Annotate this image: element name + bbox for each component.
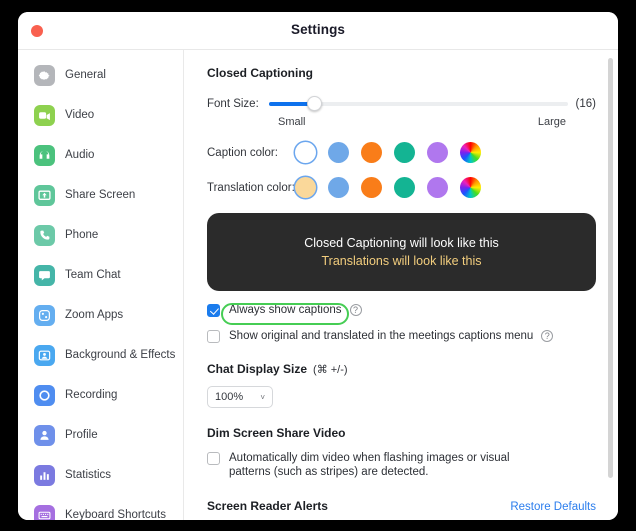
settings-sidebar: General Video Audio Share Screen Phone Team C…: [18, 50, 184, 520]
dim-video-row[interactable]: Automatically dim video when flashing im…: [207, 451, 596, 479]
sidebar-item-team-chat[interactable]: Team Chat: [26, 259, 175, 291]
translation-color-label: Translation color:: [207, 182, 295, 194]
background-icon: [34, 345, 55, 366]
show-original-translated-help-icon[interactable]: ?: [541, 330, 553, 342]
chevron-down-icon: ˅: [260, 393, 265, 402]
font-size-label: Font Size:: [207, 98, 269, 110]
always-show-captions-help-icon[interactable]: ?: [350, 304, 362, 316]
dim-video-checkbox[interactable]: [207, 452, 220, 465]
caption-color-swatches: [295, 142, 481, 163]
sidebar-item-label: Phone: [65, 229, 98, 241]
always-show-captions-checkbox[interactable]: [207, 304, 220, 317]
sidebar-item-zoom-apps[interactable]: Zoom Apps: [26, 299, 175, 331]
screen-reader-alerts-row: Screen Reader Alerts Restore Defaults: [207, 499, 596, 513]
sidebar-item-general[interactable]: General: [26, 59, 175, 91]
caption-color-swatch-2[interactable]: [361, 142, 382, 163]
sidebar-item-share-screen[interactable]: Share Screen: [26, 179, 175, 211]
preview-caption-text: Closed Captioning will look like this: [304, 236, 499, 250]
chat-bubble-icon: [34, 265, 55, 286]
caption-color-swatch-3[interactable]: [394, 142, 415, 163]
translation-color-swatch-3[interactable]: [394, 177, 415, 198]
translation-color-swatch-1[interactable]: [328, 177, 349, 198]
video-camera-icon: [34, 105, 55, 126]
caption-color-swatch-color-wheel-icon[interactable]: [460, 142, 481, 163]
translation-color-swatch-0[interactable]: [295, 177, 316, 198]
caption-color-row: Caption color:: [207, 142, 596, 163]
sidebar-item-phone[interactable]: Phone: [26, 219, 175, 251]
closed-captioning-heading: Closed Captioning: [207, 66, 596, 80]
translation-color-swatch-4[interactable]: [427, 177, 448, 198]
translation-color-swatches: [295, 177, 481, 198]
record-circle-icon: [34, 385, 55, 406]
keyboard-icon: [34, 505, 55, 521]
person-icon: [34, 425, 55, 446]
chat-display-size-heading: Chat Display Size: [207, 362, 307, 376]
phone-icon: [34, 225, 55, 246]
sidebar-item-label: General: [65, 69, 106, 81]
sidebar-item-label: Team Chat: [65, 269, 121, 281]
sidebar-item-recording[interactable]: Recording: [26, 379, 175, 411]
show-original-translated-row[interactable]: Show original and translated in the meet…: [207, 329, 596, 343]
font-size-value: (16): [576, 98, 596, 110]
sidebar-item-label: Recording: [65, 389, 117, 401]
settings-window: Settings General Video Audio Share Screen Ph…: [18, 12, 618, 520]
caption-color-swatch-4[interactable]: [427, 142, 448, 163]
caption-color-swatch-0[interactable]: [295, 142, 316, 163]
translation-color-row: Translation color:: [207, 177, 596, 198]
caption-color-swatch-1[interactable]: [328, 142, 349, 163]
sidebar-item-label: Statistics: [65, 469, 111, 481]
window-body: General Video Audio Share Screen Phone Team C…: [18, 50, 618, 520]
slider-max-label: Large: [538, 116, 566, 128]
slider-min-label: Small: [278, 116, 306, 128]
apps-icon: [34, 305, 55, 326]
sidebar-item-background-effects[interactable]: Background & Effects: [26, 339, 175, 371]
show-original-translated-label: Show original and translated in the meet…: [229, 329, 533, 343]
sidebar-item-label: Keyboard Shortcuts: [65, 509, 166, 520]
gear-icon: [34, 65, 55, 86]
font-size-row: Font Size: (16): [207, 96, 596, 112]
bar-chart-icon: [34, 465, 55, 486]
show-original-translated-checkbox[interactable]: [207, 330, 220, 343]
sidebar-item-keyboard-shortcuts[interactable]: Keyboard Shortcuts: [26, 499, 175, 520]
share-screen-icon: [34, 185, 55, 206]
window-title: Settings: [18, 22, 618, 37]
screen-reader-alerts-heading: Screen Reader Alerts: [207, 499, 328, 513]
headphones-icon: [34, 145, 55, 166]
settings-content: Closed Captioning Font Size: (16) Small …: [184, 50, 618, 520]
sidebar-item-label: Profile: [65, 429, 98, 441]
sidebar-item-video[interactable]: Video: [26, 99, 175, 131]
chat-display-size-value: 100%: [215, 391, 243, 403]
translation-color-swatch-color-wheel-icon[interactable]: [460, 177, 481, 198]
dim-video-label: Automatically dim video when flashing im…: [229, 451, 529, 479]
always-show-captions-row[interactable]: Always show captions ?: [207, 303, 596, 317]
sidebar-item-audio[interactable]: Audio: [26, 139, 175, 171]
sidebar-item-label: Share Screen: [65, 189, 135, 201]
sidebar-item-statistics[interactable]: Statistics: [26, 459, 175, 491]
preview-translation-text: Translations will look like this: [321, 254, 481, 268]
sidebar-item-profile[interactable]: Profile: [26, 419, 175, 451]
sidebar-item-label: Audio: [65, 149, 94, 161]
slider-thumb[interactable]: [307, 96, 322, 111]
always-show-captions-label: Always show captions: [229, 303, 342, 317]
sidebar-item-label: Video: [65, 109, 94, 121]
caption-color-label: Caption color:: [207, 147, 295, 159]
slider-end-labels: Small Large: [278, 116, 566, 128]
chat-display-size-shortcut: (⌘ +/-): [313, 363, 348, 376]
dim-screen-share-heading: Dim Screen Share Video: [207, 426, 596, 440]
chat-display-size-select[interactable]: 100% ˅: [207, 386, 273, 408]
sidebar-item-label: Background & Effects: [65, 349, 175, 361]
title-bar: Settings: [18, 12, 618, 50]
restore-defaults-link[interactable]: Restore Defaults: [510, 501, 596, 513]
content-scrollbar[interactable]: [608, 58, 613, 478]
font-size-slider[interactable]: [269, 96, 568, 112]
chat-display-size-heading-row: Chat Display Size (⌘ +/-): [207, 362, 596, 376]
caption-preview: Closed Captioning will look like this Tr…: [207, 213, 596, 291]
sidebar-item-label: Zoom Apps: [65, 309, 123, 321]
translation-color-swatch-2[interactable]: [361, 177, 382, 198]
